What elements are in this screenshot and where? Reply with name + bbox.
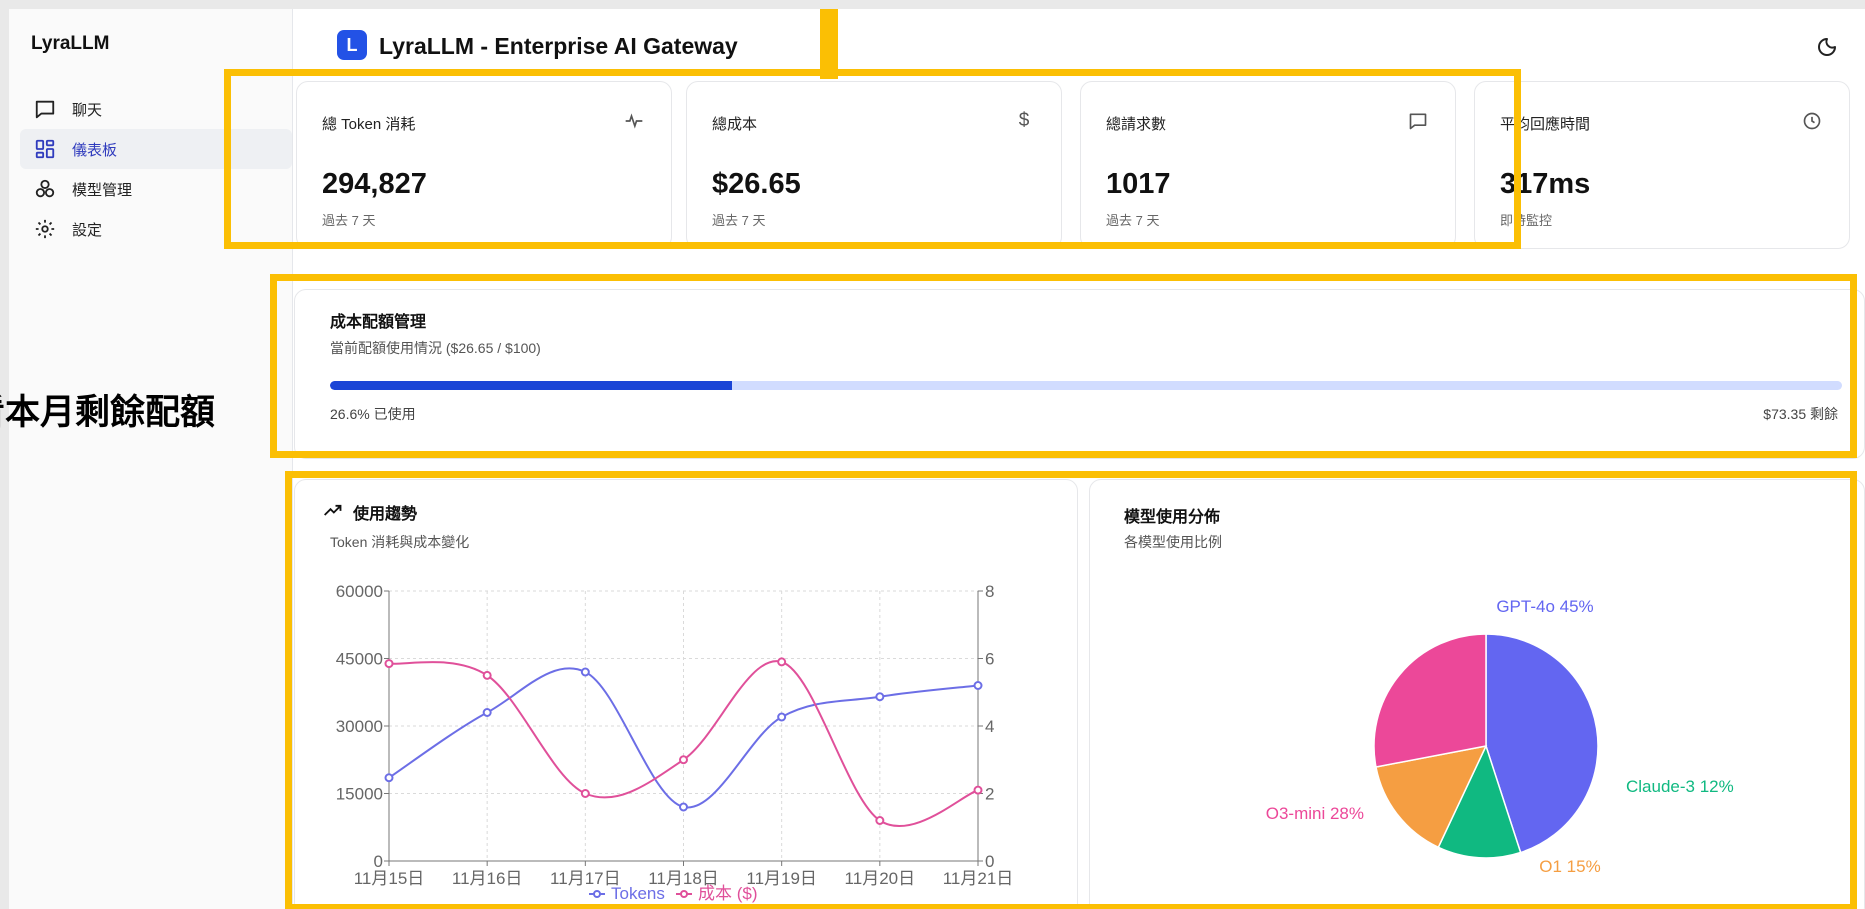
legend-label: Tokens [611,884,665,903]
sidebar-item-dashboard[interactable]: 儀表板 [20,129,292,169]
stat-card-latency: 平均回應時間 317ms 即時監控 [1474,81,1850,249]
data-point [580,667,590,677]
sidebar-item-settings[interactable]: 設定 [20,209,292,249]
legend-marker [680,890,688,898]
data-point [875,692,885,702]
data-point [973,681,983,690]
stat-label: 總 Token 消耗 [322,116,416,133]
stat-card-cost: 總成本 $ $26.65 過去 7 天 [686,81,1062,249]
stat-value: 317ms [1500,168,1591,200]
legend-marker [593,890,601,898]
pie-label: GPT-4o 45% [1496,597,1593,616]
data-point [679,802,688,812]
pie-label: O1 15% [1539,857,1600,876]
stat-subtitle: 即時監控 [1500,213,1553,228]
stat-label: 平均回應時間 [1500,116,1591,133]
stat-subtitle: 過去 7 天 [322,213,376,228]
app-logo: L [337,30,367,60]
annotation-text: 看本月剩餘配額 [0,393,216,433]
y-tick-label-left: 30000 [336,717,383,736]
message-icon [1407,110,1429,132]
quota-progress-fill [330,381,733,390]
x-tick-label: 11月20日 [845,869,916,888]
stat-subtitle: 過去 7 天 [1106,213,1160,228]
gear-icon [34,218,56,240]
x-tick-label: 11月15日 [354,869,425,888]
page-title: LyraLLM - Enterprise AI Gateway [379,33,738,59]
x-tick-label: 11月21日 [943,869,1014,888]
data-point [482,708,492,717]
clock-icon [1801,110,1823,132]
sidebar-brand: LyraLLM [31,33,110,54]
data-point [384,773,394,783]
pie-slice [1373,633,1487,768]
annotation-connector [820,9,838,79]
stat-label: 總請求數 [1106,116,1167,133]
pie-label: Claude-3 12% [1626,777,1734,796]
quota-used-label: 26.6% 已使用 [330,406,416,422]
chat-icon [34,98,56,120]
y-tick-label-left: 45000 [336,650,383,669]
y-tick-label-left: 15000 [336,785,383,804]
y-tick-label-right: 2 [985,785,994,804]
model-distribution-chart: GPT-4o 45% Claude-3 12% O1 15% O3-mini 28% [1266,597,1734,876]
y-tick-label-right: 8 [985,582,994,601]
sidebar-item-label: 儀表板 [72,141,118,159]
stat-card-tokens: 總 Token 消耗 294,827 過去 7 天 [296,81,672,249]
sidebar-item-models[interactable]: 模型管理 [20,169,292,209]
top-header: L LyraLLM - Enterprise AI Gateway [294,9,1865,83]
model-distribution-card: 模型使用分佈 各模型使用比例 GPT-4o 45% Claude-3 12% O1 … [1089,479,1865,909]
quota-card: 成本配額管理 當前配額使用情況 ($26.65 / $100) 26.6% 已使… [294,289,1865,459]
data-point [875,816,885,825]
stat-value: 1017 [1106,168,1171,200]
dashboard-icon [34,138,56,160]
sidebar-item-label: 聊天 [72,101,103,119]
moon-icon [1818,38,1836,56]
theme-toggle-button[interactable] [1815,35,1839,59]
quota-title: 成本配額管理 [330,314,427,331]
data-point [777,657,787,667]
x-tick-label: 11月16日 [452,869,523,888]
data-point [973,785,983,795]
stat-value: $26.65 [712,168,801,200]
data-point [679,755,688,765]
sidebar-item-label: 模型管理 [72,181,133,199]
stat-card-requests: 總請求數 1017 過去 7 天 [1080,81,1456,249]
data-point [777,712,787,722]
app-window: LyraLLM 聊天 儀表板 模型管理 設定 L LyraLLM - Enter… [9,9,1865,909]
y-tick-label-left: 60000 [336,582,383,601]
quota-remaining-label: $73.35 剩餘 [1763,406,1838,422]
data-point [384,659,394,669]
pie-label: O3-mini 28% [1266,804,1364,823]
y-tick-label-right: 6 [985,650,994,669]
stat-value: 294,827 [322,168,427,200]
usage-trend-chart: 0150003000045000600000246811月15日 11月16日 11… [336,582,1014,903]
data-point [580,789,590,798]
y-tick-label-right: 4 [985,717,994,736]
quota-progress-bar [330,381,1842,390]
sidebar-item-label: 設定 [72,221,103,239]
sidebar: LyraLLM 聊天 儀表板 模型管理 設定 [9,9,293,909]
legend-label: 成本 ($) [698,884,758,903]
quota-subtitle: 當前配額使用情況 ($26.65 / $100) [330,340,541,356]
sidebar-item-chat[interactable]: 聊天 [20,89,292,129]
data-point [482,670,492,680]
stat-subtitle: 過去 7 天 [712,213,766,228]
sidebar-nav: 聊天 儀表板 模型管理 設定 [20,89,292,249]
models-icon [34,178,56,200]
activity-icon [623,110,645,132]
stat-label: 總成本 [712,116,758,133]
usage-trend-card: 使用趨勢 Token 消耗與成本變化 0 15000 30000 45000 60000… [294,479,1078,909]
dollar-icon: $ [1018,110,1030,131]
